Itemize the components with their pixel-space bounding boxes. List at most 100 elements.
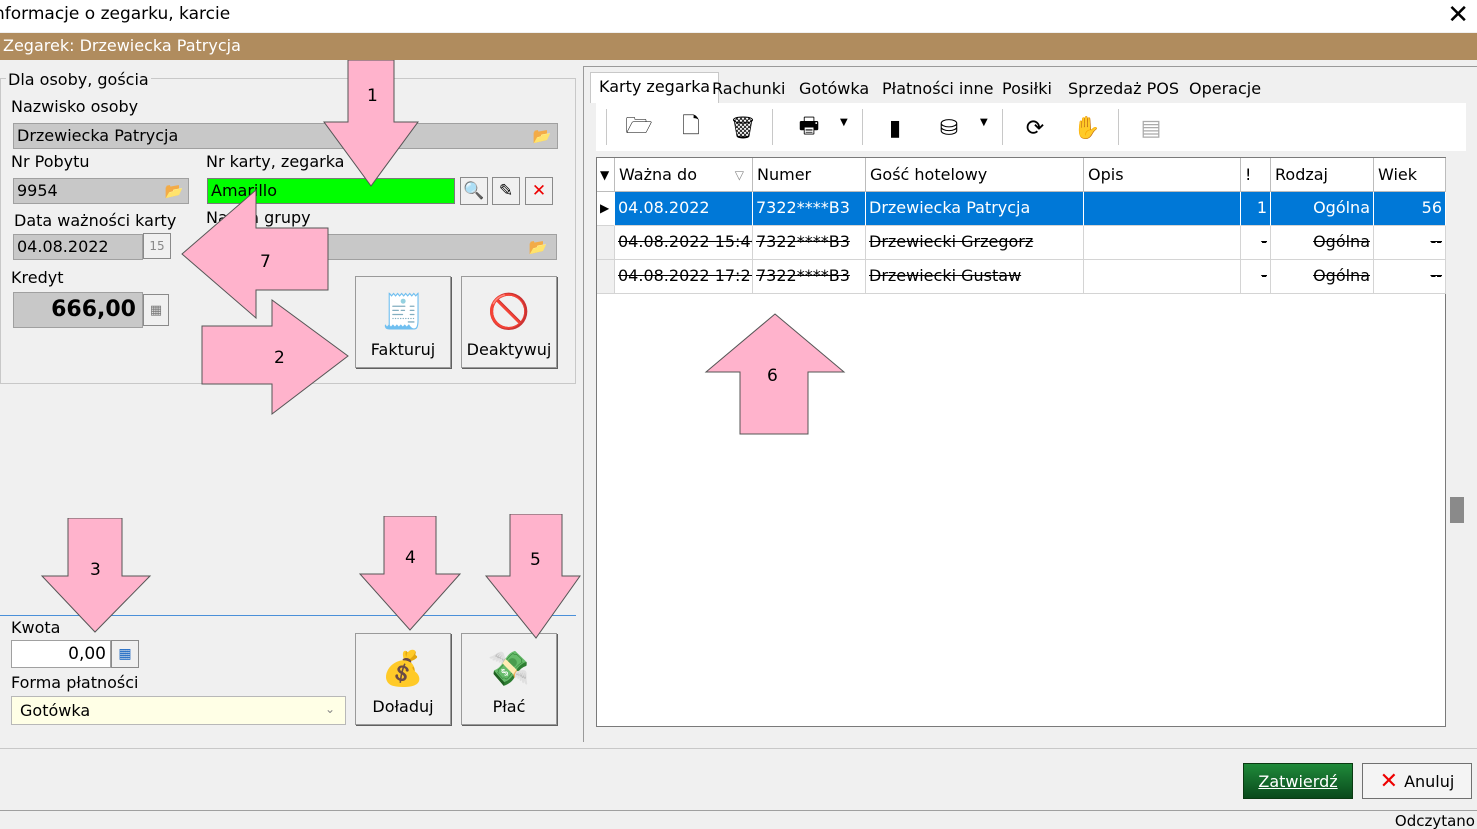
cell-guest: Drzewiecki Grzegorz <box>866 226 1084 260</box>
search-icon[interactable]: 🔍 <box>460 177 488 205</box>
open-folder-icon[interactable]: 🗁 <box>624 113 654 143</box>
print-icon[interactable]: 🖶 <box>794 113 824 143</box>
status-text: Odczytano <box>1394 812 1475 829</box>
new-document-icon[interactable]: 🗋 <box>676 113 706 143</box>
tab-sprzedaz-pos[interactable]: Sprzedaż POS <box>1060 75 1187 103</box>
topup-button-label: Doładuj <box>372 697 434 716</box>
surname-label: Nazwisko osoby <box>11 97 139 116</box>
cell-type: Ogólna <box>1271 192 1374 226</box>
grid-header-number[interactable]: Numer <box>753 158 866 192</box>
grid-header-valid[interactable]: Ważna do ▽ <box>615 158 753 192</box>
cell-age: -- <box>1374 260 1446 294</box>
annotation-arrow-1: 1 <box>322 60 420 188</box>
tab-rachunki[interactable]: Rachunki <box>704 75 794 103</box>
row-indicator <box>597 260 615 294</box>
calendar-icon[interactable]: 15 <box>143 233 171 259</box>
edit-pencil-icon[interactable]: ✎ <box>492 177 520 205</box>
cell-number: 7322****B3 <box>753 226 866 260</box>
terminal-icon[interactable]: ▤ <box>1136 113 1166 143</box>
annotation-number: 2 <box>274 348 285 368</box>
grid-header-age[interactable]: Wiek <box>1374 158 1446 192</box>
cell-number: 7322****B3 <box>753 192 866 226</box>
hand-payment-icon[interactable]: ✋ <box>1072 113 1102 143</box>
deactivate-card-icon: 🚫 <box>487 292 531 332</box>
refresh-transfer-icon[interactable]: ⟳ <box>1020 113 1050 143</box>
reader-dropdown-chevron-icon[interactable]: ▼ <box>980 117 988 128</box>
keypad-icon[interactable]: ▦ <box>143 294 169 326</box>
grid-header-description[interactable]: Opis <box>1084 158 1241 192</box>
grid-header-guest[interactable]: Gość hotelowy <box>866 158 1084 192</box>
cell-type: Ogólna <box>1271 226 1374 260</box>
window-title: nformacje o zegarku, karcie <box>0 4 231 24</box>
toolbar-separator <box>862 109 863 145</box>
cell-valid: 04.08.2022 <box>615 192 753 226</box>
delete-x-icon[interactable]: ✕ <box>525 177 553 205</box>
deactivate-button[interactable]: 🚫 Deaktywuj <box>461 276 557 368</box>
cell-valid: 04.08.2022 17:27: <box>615 260 753 294</box>
tab-platnosci-inne[interactable]: Płatności inne <box>874 75 1001 103</box>
toolbar: 🗁 🗋 🗑 🖶 ▼ ▮ ⛁ ▼ ⟳ ✋ ▤ <box>596 103 1466 151</box>
coins-in-icon: 💰 <box>381 649 425 689</box>
tab-karty-zegarka[interactable]: Karty zegarka <box>590 72 719 103</box>
table-row[interactable]: ▶ 04.08.2022 7322****B3 Drzewiecka Patry… <box>597 192 1446 226</box>
amount-field[interactable]: 0,00 <box>11 640 111 668</box>
folder-open-icon[interactable]: 📂 <box>528 124 556 148</box>
cell-type: Ogólna <box>1271 260 1374 294</box>
tab-operacje[interactable]: Operacje <box>1181 75 1269 103</box>
pay-button-label: Płać <box>492 697 526 716</box>
annotation-arrow-3: 3 <box>40 518 152 634</box>
print-dropdown-chevron-icon[interactable]: ▼ <box>840 117 848 128</box>
pay-button[interactable]: 💸 Płać <box>461 633 557 725</box>
annotation-arrow-4: 4 <box>358 516 462 632</box>
annotation-number: 1 <box>367 86 378 106</box>
table-row[interactable]: 04.08.2022 17:27: 7322****B3 Drzewiecki … <box>597 260 1446 294</box>
annotation-number: 5 <box>530 550 541 570</box>
toolbar-separator <box>1002 109 1003 145</box>
toolbar-separator <box>606 109 607 145</box>
cell-guest: Drzewiecka Patrycja <box>866 192 1084 226</box>
invoice-button-label: Fakturuj <box>370 340 436 359</box>
calculator-icon[interactable]: ▦ <box>111 640 139 668</box>
row-indicator <box>597 226 615 260</box>
deactivate-button-label: Deaktywuj <box>466 340 552 359</box>
grid-scrollbar-thumb[interactable] <box>1450 497 1464 523</box>
cell-description <box>1084 226 1241 260</box>
annotation-number: 6 <box>767 366 778 386</box>
grid-indicator-header[interactable]: ▼ <box>597 158 615 192</box>
expiry-date-field[interactable]: 04.08.2022 <box>13 234 143 260</box>
cell-flag: - <box>1241 260 1271 294</box>
stay-label: Nr Pobytu <box>11 152 90 171</box>
toolbar-separator <box>772 109 773 145</box>
trash-icon[interactable]: 🗑 <box>728 113 758 143</box>
grid-scrollbar[interactable] <box>1448 157 1466 727</box>
payment-method-select[interactable]: Gotówka <box>11 696 346 725</box>
row-indicator-icon: ▶ <box>597 192 615 226</box>
grid-header-type[interactable]: Rodzaj <box>1271 158 1374 192</box>
cancel-button-label: Anuluj <box>1404 771 1455 791</box>
card-copy-icon[interactable]: ▮ <box>880 113 910 143</box>
cell-description <box>1084 192 1241 226</box>
cell-flag: - <box>1241 226 1271 260</box>
annotation-number: 4 <box>405 548 416 568</box>
cancel-x-icon: ✕ <box>1379 768 1399 794</box>
cancel-button[interactable]: ✕ Anuluj <box>1362 763 1472 799</box>
title-bar: nformacje o zegarku, karcie ✕ <box>0 0 1477 32</box>
table-row[interactable]: 04.08.2022 15:46: 7322****B3 Drzewiecki … <box>597 226 1446 260</box>
topup-button[interactable]: 💰 Doładuj <box>355 633 451 725</box>
surname-field[interactable]: Drzewiecka Patrycja <box>13 123 558 149</box>
folder-open-icon[interactable]: 📂 <box>524 235 552 259</box>
tab-gotowka[interactable]: Gotówka <box>791 75 877 103</box>
close-icon[interactable]: ✕ <box>1447 0 1469 30</box>
cell-valid: 04.08.2022 15:46: <box>615 226 753 260</box>
confirm-button[interactable]: Zatwierdź <box>1243 763 1353 799</box>
person-group-title: Dla osoby, gościa <box>6 70 151 89</box>
credit-field: 666,00 <box>13 292 143 328</box>
card-reader-icon[interactable]: ⛁ <box>934 113 964 143</box>
sort-icon: ▽ <box>734 168 744 182</box>
tab-posilki[interactable]: Posiłki <box>994 75 1060 103</box>
cell-age: -- <box>1374 226 1446 260</box>
banner-bar: Zegarek: Drzewiecka Patrycja <box>0 33 1477 60</box>
invoice-button[interactable]: 🧾 Fakturuj <box>355 276 451 368</box>
status-bar: Odczytano <box>0 810 1477 829</box>
grid-header-flag[interactable]: ! <box>1241 158 1271 192</box>
